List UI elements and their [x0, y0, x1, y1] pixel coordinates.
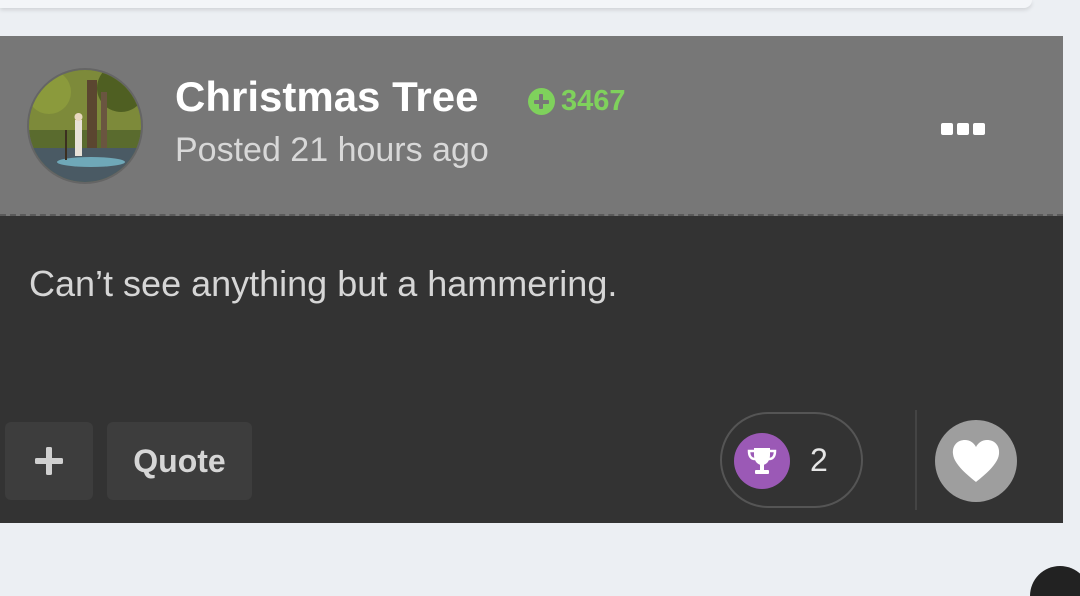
plus-circle-icon	[528, 87, 555, 115]
previous-post-card-edge	[0, 0, 1032, 8]
reaction-count: 2	[810, 442, 828, 478]
reaction-summary[interactable]: 2	[720, 412, 863, 508]
author-name[interactable]: Christmas Tree	[175, 72, 478, 122]
avatar-photo	[29, 70, 141, 182]
reputation-badge: 3467	[528, 84, 626, 117]
floating-action-edge	[1030, 566, 1080, 596]
quote-button[interactable]: Quote	[107, 422, 252, 500]
more-options-button[interactable]	[932, 114, 994, 144]
post-header: Christmas Tree 3467 Posted 21 hours ago	[0, 36, 1063, 216]
heart-icon	[952, 440, 1000, 482]
trophy-icon	[734, 433, 790, 489]
reputation-count: 3467	[561, 84, 626, 117]
author-avatar[interactable]	[29, 70, 141, 182]
post-body-text: Can’t see anything but a hammering.	[29, 263, 618, 304]
like-button[interactable]	[935, 420, 1017, 502]
post-card: Christmas Tree 3467 Posted 21 hours ago …	[0, 36, 1063, 523]
post-date: Posted 21 hours ago	[175, 131, 489, 169]
plus-icon	[35, 447, 63, 475]
ellipsis-icon	[973, 123, 985, 135]
ellipsis-icon	[941, 123, 953, 135]
ellipsis-icon	[957, 123, 969, 135]
divider	[915, 410, 917, 510]
multi-quote-add-button[interactable]	[5, 422, 93, 500]
